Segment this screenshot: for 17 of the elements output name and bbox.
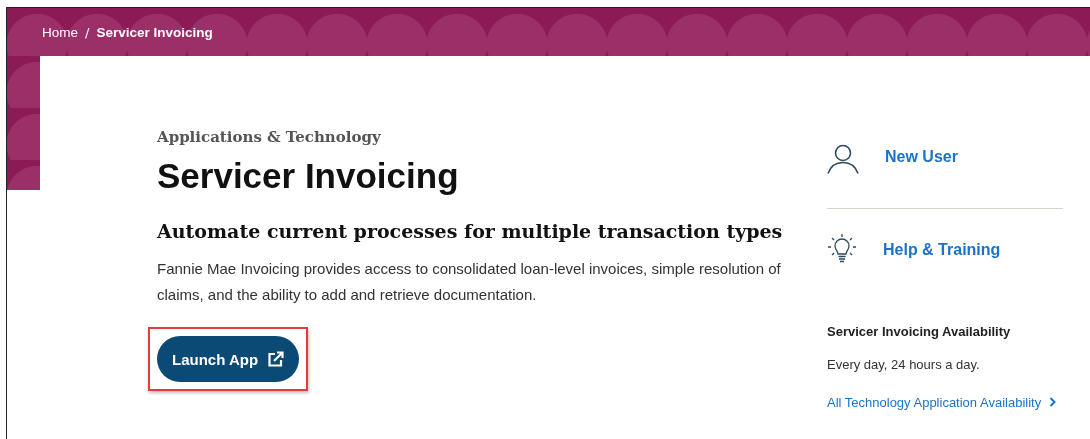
availability-heading: Servicer Invoicing Availability <box>827 324 1012 339</box>
page-title: Servicer Invoicing <box>157 156 460 196</box>
quick-link[interactable]: Help & Training <box>883 237 1001 259</box>
chevron-right-icon <box>1049 397 1057 407</box>
launch-app-button[interactable]: Launch App <box>157 336 300 382</box>
user-icon <box>827 144 859 174</box>
availability-link[interactable]: All Technology Application Availability <box>827 395 1042 410</box>
category-label: Applications & Technology <box>157 128 382 146</box>
subtitle: Automate current processes for multiple transaction types <box>157 220 784 242</box>
breadcrumb-link[interactable]: Home <box>42 24 78 40</box>
external-link-icon <box>267 350 285 368</box>
availability-text: Every day, 24 hours a day. <box>827 357 981 372</box>
lightbulb-icon <box>827 233 857 263</box>
quick-link[interactable]: New User <box>885 144 958 166</box>
description: Fannie Mae Invoicing provides access to consolidated loan-level invoices, simple resolution of claims, and the ability to add and retrieve documentation. <box>157 259 782 305</box>
breadcrumb-separator: / <box>85 24 90 40</box>
breadcrumb-link[interactable]: Servicer Invoicing <box>96 24 213 40</box>
